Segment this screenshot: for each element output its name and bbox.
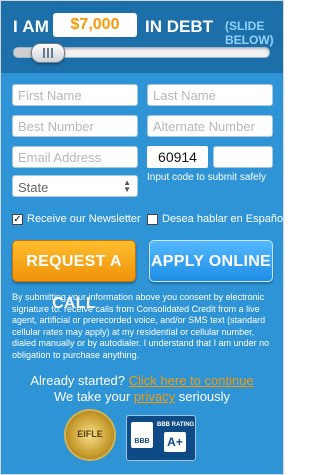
- first-name-input[interactable]: [12, 84, 138, 106]
- i-am-label: I AM: [13, 17, 50, 36]
- consent-disclaimer: By submitting your information above you…: [12, 292, 270, 360]
- bbb-rating-label: BBB RATING: [157, 422, 195, 428]
- newsletter-checkbox[interactable]: ✓: [12, 214, 23, 225]
- debt-slider-track[interactable]: [13, 43, 270, 63]
- in-debt-label: IN DEBT: [145, 17, 213, 36]
- privacy-link[interactable]: privacy: [134, 389, 175, 404]
- privacy-line: We take your privacy seriously: [1, 389, 283, 404]
- continue-link[interactable]: Click here to continue: [129, 373, 254, 388]
- grip-line-icon: [47, 48, 50, 58]
- already-started-line: Already started? Click here to continue: [1, 373, 283, 388]
- grip-line-icon: [51, 48, 54, 58]
- debt-slider-handle[interactable]: [31, 43, 66, 63]
- debt-amount-row: I AM $7,000 IN DEBT (SLIDE BELOW): [11, 13, 281, 47]
- privacy-pre-text: We take your: [53, 389, 131, 404]
- newsletter-label: Receive our Newsletter: [27, 213, 141, 225]
- updown-chevron-icon: ▲ ▼: [123, 178, 131, 194]
- spanish-label: Desea hablar en Español: [162, 213, 286, 225]
- state-select-value: State: [18, 180, 49, 195]
- captcha-code: 60914: [147, 146, 208, 168]
- request-call-button[interactable]: REQUEST A CALL: [12, 240, 136, 312]
- captcha-input[interactable]: [213, 146, 273, 168]
- best-number-input[interactable]: [12, 115, 138, 137]
- bbb-logo-icon: BBB: [131, 422, 153, 448]
- newsletter-option[interactable]: ✓ Receive our Newsletter: [12, 213, 142, 229]
- captcha-hint: Input code to submit safely: [147, 172, 266, 183]
- slide-below-hint: (SLIDE BELOW): [225, 19, 274, 47]
- state-select[interactable]: State ▲ ▼: [12, 175, 138, 197]
- bbb-grade: A+: [164, 432, 186, 452]
- email-input[interactable]: [12, 146, 138, 168]
- grip-line-icon: [43, 48, 46, 58]
- debt-form-widget: I AM $7,000 IN DEBT (SLIDE BELOW) 60914 …: [0, 0, 286, 475]
- apply-online-button[interactable]: APPLY ONLINE: [149, 240, 273, 282]
- spanish-option[interactable]: Desea hablar en Español: [147, 213, 286, 229]
- debt-amount-display: $7,000: [53, 13, 137, 37]
- eifle-seal-label: EIFLE: [77, 429, 103, 439]
- spanish-checkbox[interactable]: [147, 214, 158, 225]
- alternate-number-input[interactable]: [147, 115, 273, 137]
- already-started-text: Already started?: [30, 373, 126, 388]
- last-name-input[interactable]: [147, 84, 273, 106]
- privacy-post-text: seriously: [178, 389, 231, 404]
- bbb-rating-badge: BBB BBB RATING A+: [126, 415, 196, 461]
- eifle-seal-icon: EIFLE: [66, 411, 114, 459]
